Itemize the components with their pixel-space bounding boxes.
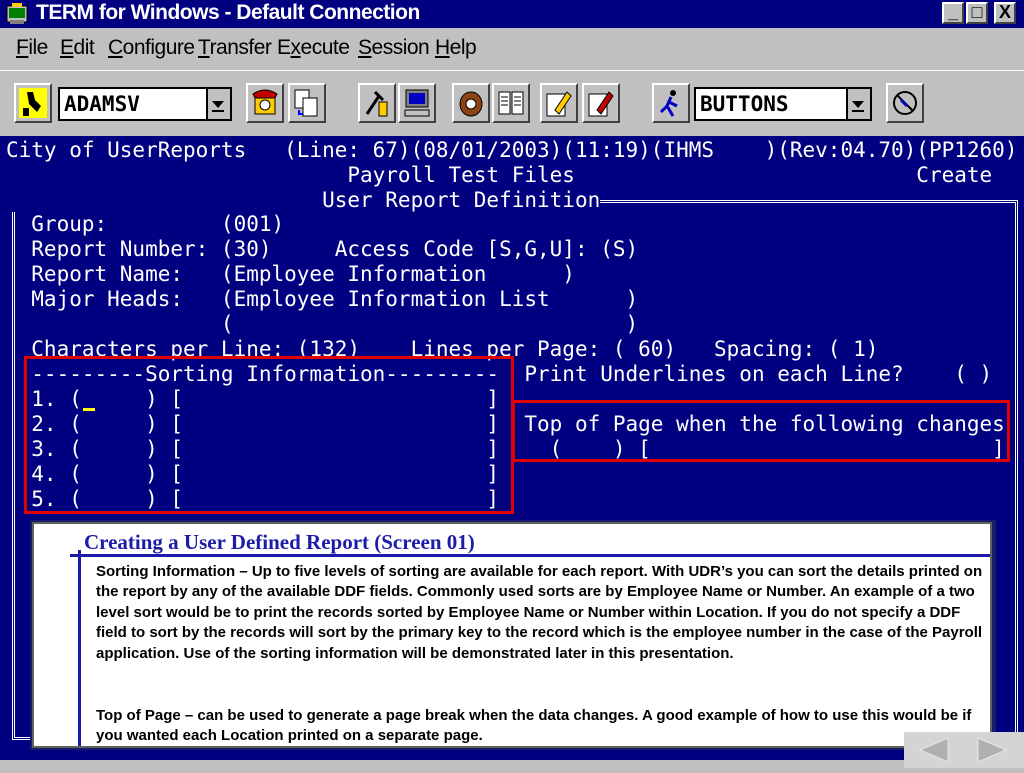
glove-icon — [459, 91, 483, 117]
toolbar: ADAMSV BUTTONS — [0, 70, 1024, 135]
terminal-line-2: Payroll Test Files Create — [6, 163, 993, 187]
next-slide-button[interactable] — [964, 732, 1022, 768]
menu-edit[interactable]: Edit — [60, 36, 95, 60]
baseball-button[interactable] — [452, 83, 490, 123]
tools-icon — [365, 90, 388, 117]
no-entry-icon — [893, 91, 917, 115]
maximize-button[interactable]: □ — [966, 2, 988, 24]
run-script-button[interactable] — [652, 83, 690, 123]
connection-dropdown-button[interactable] — [206, 89, 230, 119]
menu-help[interactable]: Help — [435, 36, 477, 60]
top-of-page-paragraph: Top of Page – can be used to generate a … — [96, 707, 972, 745]
buttons-combo[interactable]: BUTTONS — [694, 87, 872, 121]
group-field[interactable]: Group: (001) — [6, 212, 284, 237]
report-name-field[interactable]: Report Name: (Employee Information ) — [6, 262, 575, 287]
title-sidebar-line — [78, 550, 81, 746]
maximize-icon: □ — [971, 2, 983, 22]
pencil-icon — [546, 91, 572, 117]
arrow-left-icon — [918, 737, 949, 763]
menu-transfer[interactable]: Transfer — [198, 36, 272, 60]
buttons-dropdown-button[interactable] — [846, 89, 870, 119]
minimize-icon: _ — [947, 2, 958, 22]
pen-paper-icon — [588, 91, 614, 117]
plug-icon — [19, 88, 47, 118]
menu-execute[interactable]: Execute — [277, 36, 350, 60]
report-number-field[interactable]: Report Number: (30) Access Code [S,G,U]:… — [6, 237, 638, 262]
major-heads-field[interactable]: Major Heads: (Employee Information List … — [6, 287, 638, 312]
buttons-combo-value: BUTTONS — [700, 92, 789, 116]
window-title: TERM for Windows - Default Connection — [36, 1, 420, 24]
computer-icon — [404, 89, 430, 117]
transfer-files-button[interactable] — [288, 83, 326, 123]
menu-session[interactable]: Session — [358, 36, 430, 60]
phone-button[interactable] — [246, 83, 284, 123]
book-icon — [498, 91, 524, 115]
close-icon: X — [998, 2, 1011, 22]
print-edit-button[interactable] — [582, 83, 620, 123]
connection-combo-value: ADAMSV — [64, 92, 140, 116]
menu-file[interactable]: File — [16, 36, 48, 60]
chevron-down-icon — [852, 101, 864, 112]
explanation-panel: Creating a User Defined Report (Screen 0… — [32, 522, 992, 748]
explanation-title: Creating a User Defined Report (Screen 0… — [84, 530, 475, 554]
stop-button[interactable] — [886, 83, 924, 123]
term-app-icon — [6, 3, 28, 24]
phone-icon — [252, 89, 278, 115]
connect-button[interactable] — [14, 83, 52, 123]
slide-navigation — [904, 732, 1024, 768]
menu-bar: File Edit Configure Transfer Execute Ses… — [0, 30, 1024, 68]
previous-slide-button[interactable] — [904, 732, 962, 768]
sorting-info-paragraph: Sorting Information – Up to five levels … — [96, 563, 983, 662]
tools-button[interactable] — [358, 83, 396, 123]
running-man-icon — [659, 90, 678, 117]
minimize-button[interactable]: _ — [942, 2, 964, 24]
menu-configure[interactable]: Configure — [108, 36, 195, 60]
title-bar: TERM for Windows - Default Connection _ … — [0, 0, 1024, 28]
terminal-button[interactable] — [398, 83, 436, 123]
files-icon — [294, 89, 318, 117]
top-of-page-highlight-box — [512, 400, 1010, 462]
terminal-line-1: City of UserReports (Line: 67)(08/01/200… — [6, 138, 1018, 162]
arrow-right-icon — [977, 737, 1008, 763]
book-button[interactable] — [492, 83, 530, 123]
close-button[interactable]: X — [994, 2, 1016, 24]
chevron-down-icon — [212, 101, 224, 112]
sorting-highlight-box — [24, 356, 514, 514]
major-heads-field-2[interactable]: ( ) — [6, 312, 638, 337]
edit-button[interactable] — [540, 83, 578, 123]
section-heading: User Report Definition — [6, 188, 601, 212]
connection-combo[interactable]: ADAMSV — [58, 87, 232, 121]
